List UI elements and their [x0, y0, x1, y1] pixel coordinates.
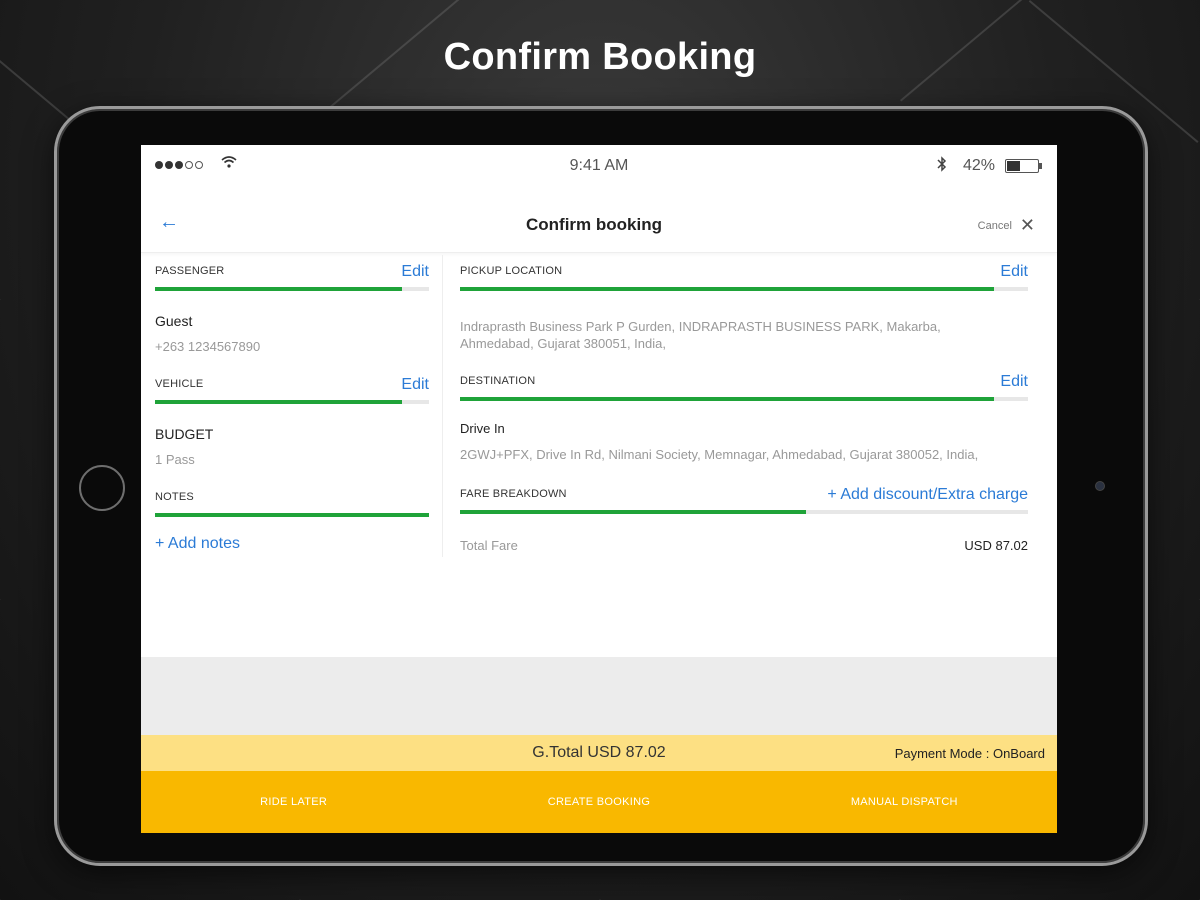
manual-dispatch-button[interactable]: MANUAL DISPATCH [752, 771, 1057, 833]
destination-section: DESTINATION Edit Drive In 2GWJ+PFX, Driv… [460, 365, 1028, 475]
bluetooth-icon [937, 156, 947, 177]
total-fare-label: Total Fare [460, 538, 518, 553]
pickup-label: PICKUP LOCATION [460, 265, 563, 277]
notes-progress-fill [155, 513, 429, 517]
battery-level [1007, 161, 1021, 171]
app-screen: 9:41 AM 42% ← Confirm booking Cancel ✕ P… [141, 145, 1057, 833]
vehicle-progress [155, 400, 429, 404]
passenger-phone: +263 1234567890 [155, 339, 261, 354]
vehicle-capacity: 1 Pass [155, 452, 195, 467]
pickup-section: PICKUP LOCATION Edit Indraprasth Busines… [460, 255, 1028, 365]
destination-progress-fill [460, 397, 994, 401]
vehicle-label: VEHICLE [155, 378, 204, 390]
close-icon[interactable]: ✕ [1020, 215, 1035, 236]
edit-passenger-button[interactable]: Edit [401, 263, 429, 281]
destination-address: 2GWJ+PFX, Drive In Rd, Nilmani Society, … [460, 447, 979, 462]
destination-name: Drive In [460, 421, 505, 436]
hero-title: Confirm Booking [443, 36, 757, 78]
vehicle-section: VEHICLE Edit BUDGET 1 Pass [155, 368, 429, 478]
fare-label: FARE BREAKDOWN [460, 488, 567, 500]
edit-vehicle-button[interactable]: Edit [401, 376, 429, 394]
tablet-frame: 9:41 AM 42% ← Confirm booking Cancel ✕ P… [54, 106, 1148, 866]
booking-left-panel: PASSENGER Edit Guest +263 1234567890 VEH… [141, 255, 443, 557]
notes-progress [155, 513, 429, 517]
vehicle-type: BUDGET [155, 426, 214, 442]
home-button[interactable] [79, 465, 125, 511]
notes-section: NOTES + Add notes [155, 481, 429, 557]
cancel-button[interactable]: Cancel ✕ [978, 215, 1035, 236]
edit-destination-button[interactable]: Edit [1000, 373, 1028, 391]
add-discount-link[interactable]: + Add discount/Extra charge [827, 486, 1028, 504]
destination-label: DESTINATION [460, 375, 536, 387]
passenger-progress [155, 287, 429, 291]
fare-section: FARE BREAKDOWN + Add discount/Extra char… [460, 478, 1028, 557]
grand-total-bar: G.Total USD 87.02 Payment Mode : OnBoard [141, 735, 1057, 771]
create-booking-button[interactable]: CREATE BOOKING [446, 771, 751, 833]
pickup-progress-fill [460, 287, 994, 291]
empty-content-area [141, 657, 1057, 735]
edit-pickup-button[interactable]: Edit [1000, 263, 1028, 281]
passenger-label: PASSENGER [155, 265, 225, 277]
front-camera [1095, 481, 1105, 491]
status-time: 9:41 AM [569, 157, 629, 174]
status-bar: 9:41 AM 42% [141, 145, 1057, 189]
battery-icon [1005, 159, 1042, 173]
booking-right-panel: PICKUP LOCATION Edit Indraprasth Busines… [444, 255, 1057, 557]
destination-progress [460, 397, 1028, 401]
ride-later-button[interactable]: RIDE LATER [141, 771, 446, 833]
vehicle-progress-fill [155, 400, 402, 404]
pickup-address-line1: Indraprasth Business Park P Gurden, INDR… [460, 319, 941, 334]
notes-label: NOTES [155, 491, 194, 503]
total-fare-value: USD 87.02 [964, 538, 1028, 553]
fare-progress [460, 510, 1028, 514]
cancel-label: Cancel [977, 219, 1012, 232]
add-notes-link[interactable]: + Add notes [155, 535, 240, 553]
pickup-address-line2: Ahmedabad, Gujarat 380051, India, [460, 336, 666, 351]
nav-bar: ← Confirm booking Cancel ✕ [141, 195, 1057, 253]
passenger-section: PASSENGER Edit Guest +263 1234567890 [155, 255, 429, 365]
fare-progress-fill [460, 510, 807, 514]
passenger-progress-fill [155, 287, 402, 291]
passenger-name: Guest [155, 313, 193, 329]
action-bar: RIDE LATER CREATE BOOKING MANUAL DISPATC… [141, 771, 1057, 833]
pickup-progress [460, 287, 1028, 291]
page-title: Confirm booking [526, 215, 662, 234]
battery-percent: 42% [962, 157, 995, 174]
payment-mode: Payment Mode : OnBoard [894, 746, 1045, 761]
